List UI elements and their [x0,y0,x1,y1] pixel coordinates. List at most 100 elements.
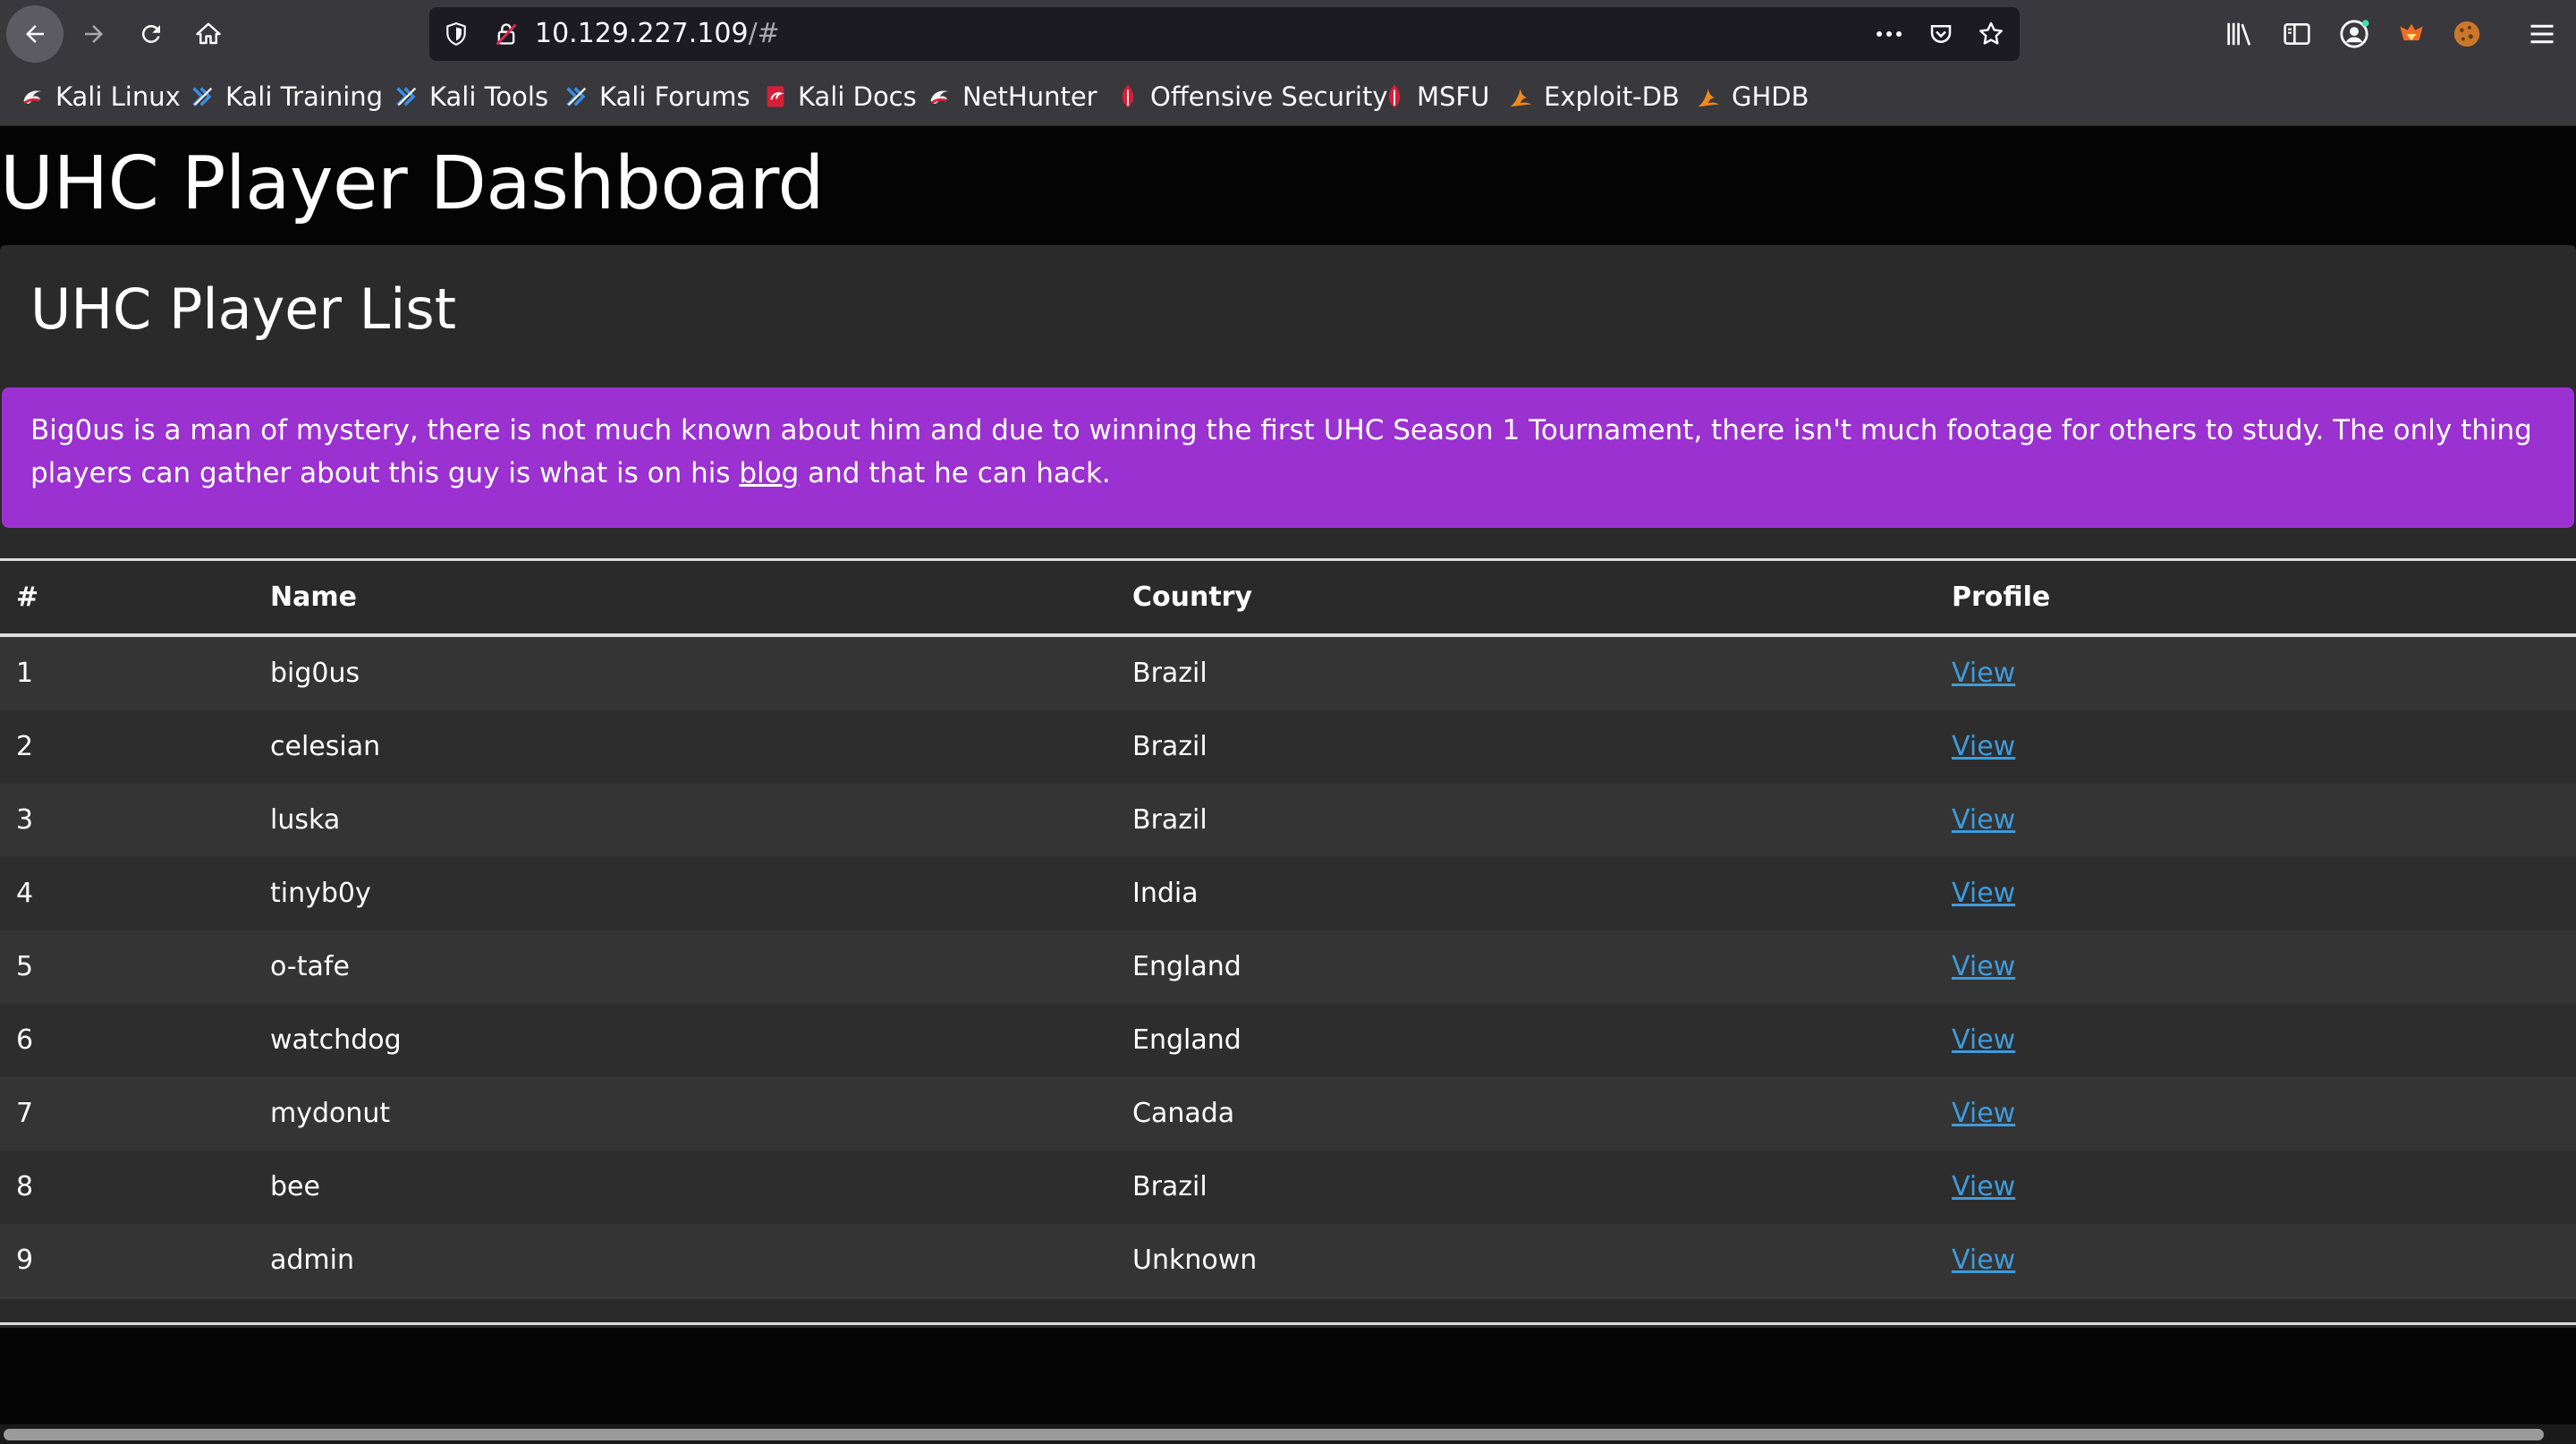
player-country: India [1132,878,1199,909]
table-row: 7 mydonut Canada View [0,1077,2576,1152]
row-number: 8 [16,1171,34,1202]
header-profile: Profile [1952,582,2051,613]
kali-dragon-icon [20,83,47,110]
bookmark-label: Offensive Security [1150,81,1388,112]
profile-cell: View [1952,1224,2015,1297]
view-profile-link[interactable]: View [1952,804,2015,836]
foxyproxy-extension-icon[interactable] [2394,16,2429,52]
table-row: 2 celesian Brazil View [0,710,2576,786]
library-icon[interactable] [2222,16,2258,52]
msfu-icon [1381,83,1408,110]
bookmark-exploit-db[interactable]: Exploit-DB [1508,68,1680,125]
profile-cell: View [1952,1151,2015,1224]
view-profile-link[interactable]: View [1952,1024,2015,1056]
home-button[interactable] [180,5,237,63]
alert-text-after: and that he can hack. [799,457,1111,489]
account-icon[interactable] [2336,16,2372,52]
table-row: 8 bee Brazil View [0,1151,2576,1226]
bookmark-label: GHDB [1732,81,1809,112]
bookmark-label: Exploit-DB [1544,81,1680,112]
info-alert: Big0us is a man of mystery, there is not… [2,387,2574,528]
blog-link[interactable]: blog [739,457,799,489]
bookmarks-toolbar: Kali Linux Kali Training Kali Tools Kali… [0,68,2576,126]
bookmark-msfu[interactable]: MSFU [1381,68,1489,125]
arrow-left-icon [26,25,44,43]
alert-text-before: Big0us is a man of mystery, there is not… [30,414,2532,489]
bookmark-kali-forums[interactable]: Kali Forums [564,68,750,125]
kali-forums-icon [564,83,590,110]
back-button[interactable] [6,5,64,63]
table-row: 4 tinyb0y India View [0,857,2576,932]
arrow-right-icon [85,25,103,43]
player-name: celesian [270,731,381,762]
kali-training-icon [190,83,216,110]
bookmark-label: MSFU [1417,81,1490,112]
tracking-protection-shield-icon[interactable] [440,18,472,50]
bookmark-kali-training[interactable]: Kali Training [190,68,383,125]
row-number: 4 [16,878,34,909]
ghdb-icon [1696,83,1723,110]
url-text[interactable]: 10.129.227.109/# [535,7,780,61]
header-country: Country [1132,582,1253,613]
kali-docs-icon [762,83,789,110]
player-country: Brazil [1132,658,1208,689]
sidebar-toggle-icon[interactable] [2279,16,2315,52]
table-header-row: # Name Country Profile [0,561,2576,634]
bookmark-kali-tools[interactable]: Kali Tools [394,68,548,125]
view-profile-link[interactable]: View [1952,1171,2015,1202]
view-profile-link[interactable]: View [1952,951,2015,982]
bookmark-kali-linux[interactable]: Kali Linux [20,68,181,125]
menu-hamburger-icon[interactable] [2524,16,2560,52]
view-profile-link[interactable]: View [1952,658,2015,689]
bookmark-nethunter[interactable]: NetHunter [927,68,1097,125]
player-country: England [1132,951,1241,982]
bookmark-label: Kali Tools [429,81,549,112]
view-profile-link[interactable]: View [1952,731,2015,762]
row-number: 5 [16,951,34,982]
url-host: 10.129.227.109 [535,18,749,49]
player-country: Brazil [1132,1171,1208,1202]
view-profile-link[interactable]: View [1952,1244,2015,1276]
profile-cell: View [1952,857,2015,930]
player-country: Brazil [1132,731,1208,762]
page-actions-icon[interactable] [1873,18,1905,50]
row-number: 3 [16,804,34,836]
forward-button[interactable] [65,5,123,63]
bookmark-label: Kali Training [225,81,384,112]
panel-bottom-border [0,1322,2576,1325]
horizontal-scrollbar[interactable] [0,1424,2576,1444]
view-profile-link[interactable]: View [1952,878,2015,909]
bookmark-ghdb[interactable]: GHDB [1696,68,1809,125]
pocket-icon[interactable] [1925,18,1957,50]
profile-cell: View [1952,1077,2015,1151]
player-country: Brazil [1132,804,1208,836]
reload-button[interactable] [123,5,180,63]
player-country: Canada [1132,1098,1235,1129]
header-number: # [16,582,39,613]
insecure-lock-icon[interactable] [490,18,522,50]
bookmark-kali-docs[interactable]: Kali Docs [762,68,917,125]
player-country: England [1132,1024,1241,1056]
player-name: watchdog [270,1024,402,1056]
profile-cell: View [1952,1004,2015,1077]
player-country: Unknown [1132,1244,1258,1276]
row-number: 7 [16,1098,34,1129]
bookmark-offensive-security[interactable]: Offensive Security [1114,68,1388,125]
address-bar[interactable]: 10.129.227.109/# [429,7,2020,61]
player-name: big0us [270,658,360,689]
player-name: luska [270,804,341,836]
profile-cell: View [1952,784,2015,857]
scrollbar-thumb[interactable] [4,1429,2544,1440]
reload-icon [141,24,160,43]
table-row: 6 watchdog England View [0,1004,2576,1079]
browser-toolbar: 10.129.227.109/# [0,0,2576,68]
row-number: 9 [16,1244,34,1276]
bookmark-label: Kali Forums [599,81,750,112]
profile-cell: View [1952,710,2015,784]
bookmark-label: Kali Linux [55,81,181,112]
alert-text: Big0us is a man of mystery, there is not… [30,409,2553,495]
table-row: 3 luska Brazil View [0,784,2576,859]
cookie-editor-extension-icon[interactable] [2449,16,2485,52]
bookmark-star-icon[interactable] [1975,18,2007,50]
view-profile-link[interactable]: View [1952,1098,2015,1129]
